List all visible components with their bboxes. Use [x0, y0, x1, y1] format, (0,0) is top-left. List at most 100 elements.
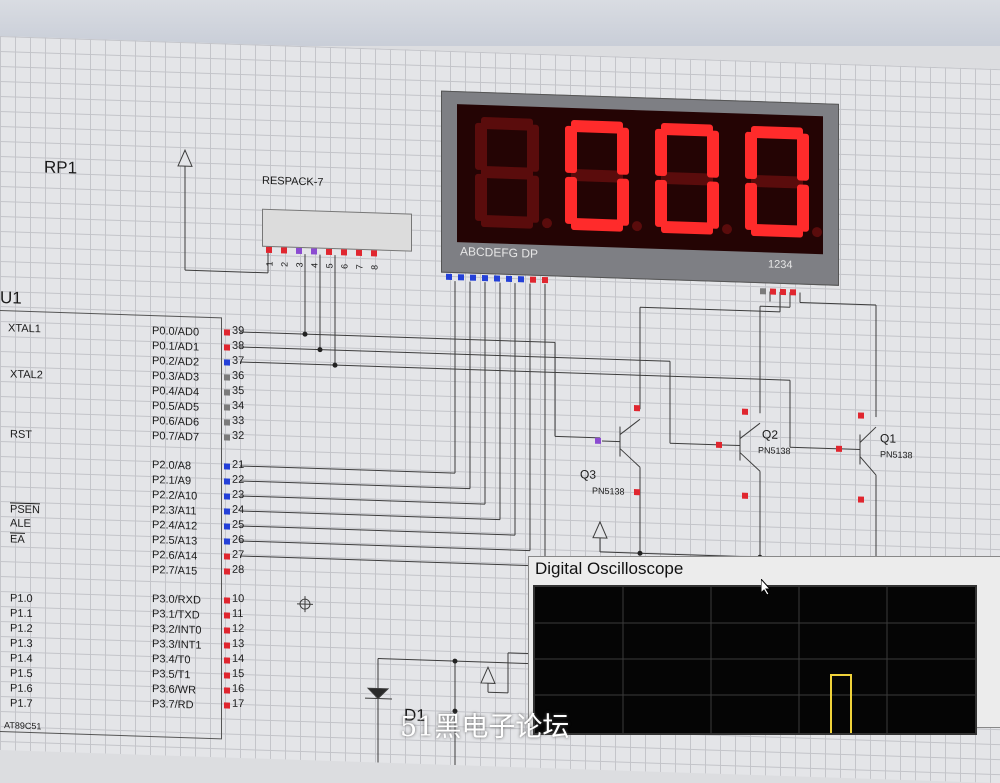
pin-state-indicator: [224, 493, 230, 500]
pin-state-indicator: [224, 568, 230, 575]
segment-e: [475, 173, 487, 222]
pin-number: 25: [232, 518, 245, 532]
monitor-bezel: [0, 0, 1000, 46]
chip-pin-label: P1.4: [10, 652, 33, 666]
chip-pin-label: PSEN: [10, 502, 40, 517]
segment-g: [481, 166, 533, 180]
chip-port-label: P0.0/AD0: [152, 325, 200, 339]
segment-dp: [722, 224, 732, 235]
chip-pin-label: XTAL2: [10, 368, 43, 382]
chip-port-label: P2.1/A9: [152, 474, 192, 488]
pin-number: 16: [232, 682, 245, 696]
respack-pin-indicator: [341, 249, 347, 256]
respack-pin-indicator: [311, 248, 317, 255]
pin-number: 13: [232, 637, 245, 651]
transistor-pin: [858, 496, 864, 503]
pin-number: 23: [232, 488, 245, 502]
chip-port-label: P2.0/A8: [152, 459, 192, 473]
respack-pin-number: 4: [309, 262, 320, 269]
transistor-pin: [858, 412, 864, 419]
digit-pin-indicator: [770, 288, 776, 295]
q2-part: PN5138: [758, 445, 791, 457]
chip-port-label: P3.0/RXD: [152, 593, 201, 607]
respack-pin-number: 8: [369, 264, 380, 271]
transistor-pin: [595, 437, 601, 444]
chip-port-label: P2.5/A13: [152, 534, 198, 548]
oscilloscope-window[interactable]: Digital Oscilloscope: [528, 556, 1000, 735]
chip-port-label: P3.4/T0: [152, 653, 191, 667]
respack-pin-indicator: [296, 247, 302, 255]
q1-part: PN5138: [880, 449, 913, 461]
segment-pin-indicator: [506, 275, 512, 282]
segment-b: [527, 124, 539, 172]
pin-state-indicator: [224, 359, 230, 366]
pin-number: 12: [232, 622, 245, 636]
pin-number: 10: [232, 592, 245, 606]
pin-state-indicator: [224, 434, 230, 441]
pin-number: 24: [232, 503, 245, 517]
respack-pin-indicator: [281, 247, 287, 254]
transistor-pin: [742, 492, 748, 499]
respack-pin-number: 2: [279, 261, 290, 268]
watermark: 51黑电子论坛: [400, 712, 570, 743]
chip-pin-label: P1.2: [10, 622, 33, 636]
segment-e: [745, 182, 757, 231]
segment-pin-indicator: [458, 274, 464, 281]
respack-pin-number: 5: [324, 263, 335, 269]
segment-d: [751, 224, 803, 238]
pin-state-indicator: [224, 687, 230, 694]
pin-state-indicator: [224, 523, 230, 530]
segment-label: ABCDEFG DP: [460, 244, 539, 261]
chip-pin-label: P1.1: [10, 607, 33, 621]
transistor-pin: [742, 408, 748, 415]
pin-state-indicator: [224, 702, 230, 709]
segment-f: [565, 125, 577, 174]
pin-number: 38: [232, 339, 245, 353]
segment-e: [565, 176, 577, 225]
chip-port-label: P3.2/INT0: [152, 623, 202, 637]
chip-port-label: P2.3/A11: [152, 504, 197, 518]
chip-port-label: P0.5/AD5: [152, 400, 200, 414]
digit-pin-indicator: [790, 289, 796, 296]
segment-d: [661, 221, 713, 235]
chip-port-label: P2.2/A10: [152, 489, 198, 503]
segment-dp: [542, 218, 552, 229]
chip-pin-label: XTAL1: [8, 322, 41, 336]
chip-pin-label: P1.3: [10, 637, 33, 651]
pin-state-indicator: [224, 597, 230, 604]
respack-label: RESPACK-7: [262, 174, 324, 189]
display-digits: [475, 117, 822, 238]
chip-pin-label: P1.0: [10, 592, 33, 606]
respack-pin-number: 3: [294, 262, 305, 268]
chip-port-label: P3.6/WR: [152, 683, 197, 697]
pin-state-indicator: [224, 389, 230, 396]
oscilloscope-screen[interactable]: [533, 585, 977, 735]
pin-state-indicator: [224, 553, 230, 560]
transistor-pin: [836, 445, 842, 452]
segment-a: [751, 126, 803, 140]
segment-a: [661, 123, 713, 137]
pin-number: 32: [232, 429, 245, 443]
segment-c: [617, 178, 629, 226]
chip-port-label: P2.6/A14: [152, 549, 198, 563]
chip-pin-label: EA: [10, 532, 25, 546]
segment-pin-indicator: [530, 276, 536, 283]
respack-pin-number: 1: [264, 261, 275, 267]
segment-a: [481, 117, 533, 131]
segment-f: [655, 128, 667, 177]
seven-segment-display[interactable]: ABCDEFG DP 1234: [441, 90, 839, 286]
pin-state-indicator: [224, 404, 230, 411]
segment-pin-indicator: [518, 276, 524, 283]
transistor-pin: [634, 489, 640, 496]
pin-number: 11: [232, 607, 244, 621]
chip-port-label: P0.2/AD2: [152, 355, 200, 369]
chip-port-label: P0.6/AD6: [152, 415, 200, 429]
pin-number: 37: [232, 354, 245, 368]
segment-pin-indicator: [542, 276, 548, 284]
chip-port-label: P3.3/INT1: [152, 638, 202, 652]
pin-state-indicator: [224, 374, 230, 381]
respack-body[interactable]: [262, 208, 412, 252]
segment-c: [527, 175, 539, 223]
oscilloscope-trace: [535, 587, 975, 733]
segment-g: [571, 169, 623, 183]
